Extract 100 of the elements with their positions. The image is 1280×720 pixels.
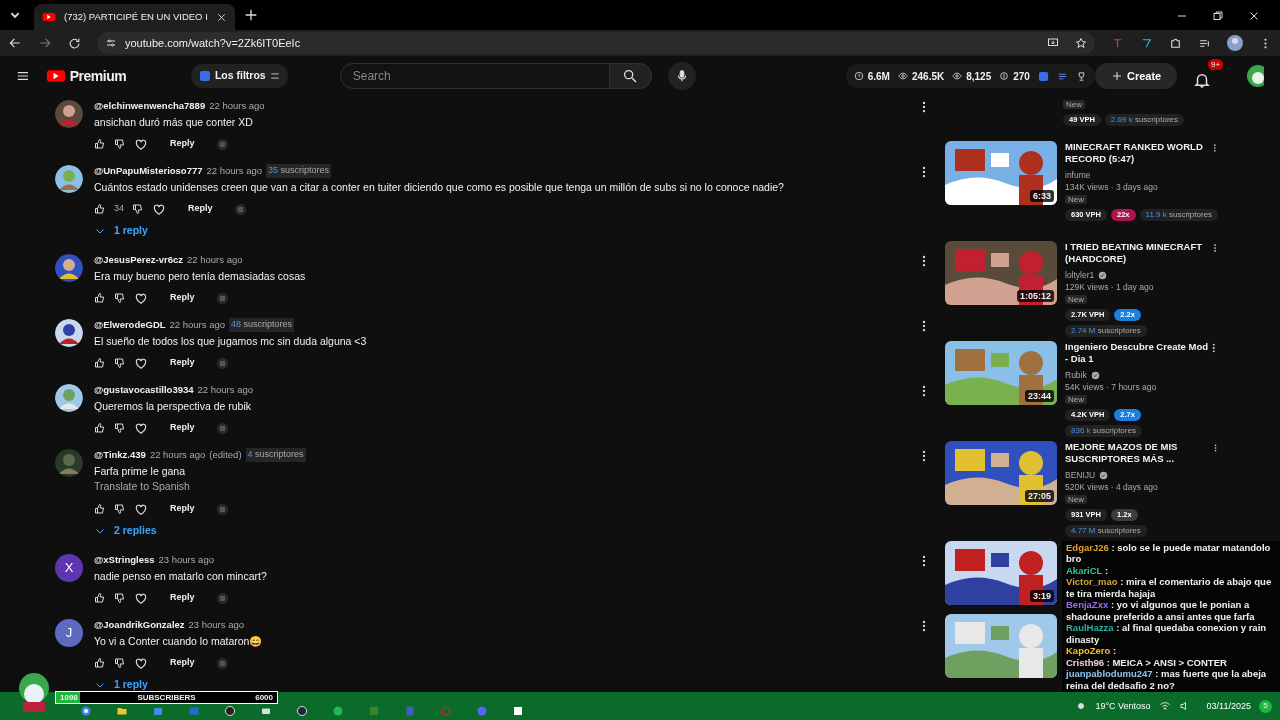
logo-text[interactable]: Premium: [69, 65, 127, 87]
comment-time[interactable]: 22 hours ago: [169, 317, 226, 333]
comment-time[interactable]: 23 hours ago: [158, 552, 214, 568]
comment-time[interactable]: 22 hours ago: [209, 98, 265, 114]
comment-time[interactable]: 22 hours ago: [149, 447, 206, 463]
game-launcher-icon[interactable]: [296, 705, 308, 717]
heart-icon[interactable]: [134, 421, 148, 435]
channel-name[interactable]: Rubik: [1065, 369, 1087, 381]
channel-name[interactable]: infume: [1065, 169, 1091, 181]
comment-text: Era muy bueno pero tenía demasiadas cosas: [94, 269, 307, 283]
heart-icon[interactable]: [134, 502, 148, 516]
forward-icon[interactable]: [38, 36, 52, 50]
video-meta: 134K views · 3 days ago: [1065, 181, 1159, 193]
close-icon[interactable]: [1248, 10, 1260, 22]
reply-button[interactable]: Reply: [182, 202, 219, 216]
dislike-icon[interactable]: [114, 592, 126, 604]
create-button[interactable]: Create: [1094, 63, 1178, 89]
dislike-icon[interactable]: [114, 657, 126, 669]
replies-toggle[interactable]: 1 reply: [94, 677, 148, 692]
search-button[interactable]: [609, 63, 652, 89]
reply-button[interactable]: Reply: [164, 656, 201, 670]
reply-button[interactable]: Reply: [164, 591, 201, 605]
channel-name[interactable]: BENIJU: [1065, 469, 1096, 481]
channel-avatar[interactable]: [1247, 65, 1264, 87]
video-title[interactable]: MINECRAFT RANKED WORLD RECORD (5:47): [1065, 141, 1211, 165]
user-avatar[interactable]: X: [55, 554, 83, 582]
replies-toggle[interactable]: 2 replies: [94, 523, 157, 539]
like-icon[interactable]: [94, 203, 106, 215]
browser-icon[interactable]: [80, 705, 92, 717]
like-icon[interactable]: [94, 657, 106, 669]
like-icon[interactable]: [94, 357, 106, 369]
heart-icon[interactable]: [152, 202, 166, 216]
dislike-icon[interactable]: [114, 503, 126, 515]
record-icon[interactable]: [224, 705, 236, 717]
comment-author[interactable]: @UnPapuMisterioso777: [94, 163, 203, 179]
comment-author[interactable]: @xStringless: [94, 552, 155, 568]
stat-value: 6.6M: [867, 69, 890, 84]
heart-icon[interactable]: [134, 291, 148, 305]
heart-icon[interactable]: [134, 137, 148, 151]
comment-author[interactable]: @JoandrikGonzalez: [94, 617, 185, 633]
dislike-icon[interactable]: [114, 422, 126, 434]
replies-toggle[interactable]: 1 reply: [94, 223, 148, 239]
video-title[interactable]: I TRIED BEATING MINECRAFT (HARDCORE): [1065, 241, 1210, 265]
eye-icon: [952, 71, 963, 81]
channel-name[interactable]: loltyler1: [1065, 269, 1095, 281]
reply-button[interactable]: Reply: [164, 137, 201, 151]
install-icon[interactable]: [1047, 37, 1059, 49]
translate-link[interactable]: Translate to Spanish: [94, 480, 190, 492]
dislike-icon[interactable]: [114, 357, 126, 369]
browser-tab[interactable]: (732) PARTICIPÉ EN UN VIDEO I: [34, 4, 235, 30]
reply-button[interactable]: Reply: [164, 356, 201, 370]
search-icon: [622, 68, 639, 84]
like-icon[interactable]: [94, 422, 106, 434]
reload-icon[interactable]: [68, 36, 81, 50]
reply-button[interactable]: Reply: [164, 421, 201, 435]
search-field[interactable]: Search: [339, 63, 610, 89]
comment-time[interactable]: 22 hours ago: [187, 252, 243, 268]
comment-author[interactable]: @elchinwenwencha7889: [94, 98, 206, 114]
comment-author[interactable]: @gustavocastillo3934: [94, 382, 194, 398]
like-icon[interactable]: [94, 138, 106, 150]
music-icon[interactable]: [332, 705, 344, 717]
star-icon[interactable]: [1075, 37, 1087, 49]
like-icon[interactable]: [94, 503, 106, 515]
profile-avatar[interactable]: [1227, 35, 1243, 51]
comment-time[interactable]: 23 hours ago: [188, 617, 245, 633]
extension-icon[interactable]: [1111, 36, 1124, 50]
voice-search-button[interactable]: [667, 62, 696, 90]
like-icon[interactable]: [94, 292, 106, 304]
reply-button[interactable]: Reply: [164, 502, 201, 516]
restore-icon[interactable]: [1212, 10, 1224, 22]
heart-icon[interactable]: [134, 356, 148, 370]
video-duration: 23:44: [1024, 390, 1054, 402]
site-settings-icon[interactable]: [105, 37, 117, 49]
puzzle-icon[interactable]: [1169, 36, 1182, 50]
comment-text: El sueño de todos los que jugamos mc sin duda alguna <3: [94, 334, 368, 348]
like-icon[interactable]: [94, 592, 106, 604]
chat-message: Victor_mao : mira el comentario de abajo que te tira mierda hajaja: [1066, 576, 1273, 599]
video-title[interactable]: Ingeniero Descubre Create Mod - Dia 1: [1065, 341, 1209, 365]
stat-value: 8,125: [966, 69, 992, 84]
filter-chip[interactable]: Los filtros: [190, 64, 288, 88]
notes-icon[interactable]: [512, 705, 524, 717]
youtube-logo-icon[interactable]: [45, 69, 66, 83]
user-avatar[interactable]: J: [55, 619, 83, 647]
stat-value: 246.5K: [911, 69, 945, 84]
comment-author[interactable]: @Tinkz.439: [94, 447, 146, 463]
heart-icon[interactable]: [134, 656, 148, 670]
comment-author[interactable]: @ElwerodeGDL: [94, 317, 166, 333]
url-text[interactable]: youtube.com/watch?v=2Zk6IT0EeIc: [125, 34, 301, 52]
comment-author[interactable]: @JesusPerez-vr6cz: [94, 252, 183, 268]
reply-button[interactable]: Reply: [164, 291, 201, 305]
comment-time[interactable]: 22 hours ago: [206, 163, 262, 179]
dislike-icon[interactable]: [114, 138, 126, 150]
video-title[interactable]: MEJORE MAZOS DE MIS SUSCRIPTORES MÁS ...: [1065, 441, 1211, 465]
heart-icon[interactable]: [134, 591, 148, 605]
extension-icon[interactable]: [1140, 36, 1153, 50]
dislike-icon[interactable]: [114, 292, 126, 304]
back-icon[interactable]: [8, 36, 22, 50]
close-icon[interactable]: [215, 11, 227, 23]
dislike-icon[interactable]: [132, 203, 144, 215]
comment-time[interactable]: 22 hours ago: [197, 382, 254, 398]
